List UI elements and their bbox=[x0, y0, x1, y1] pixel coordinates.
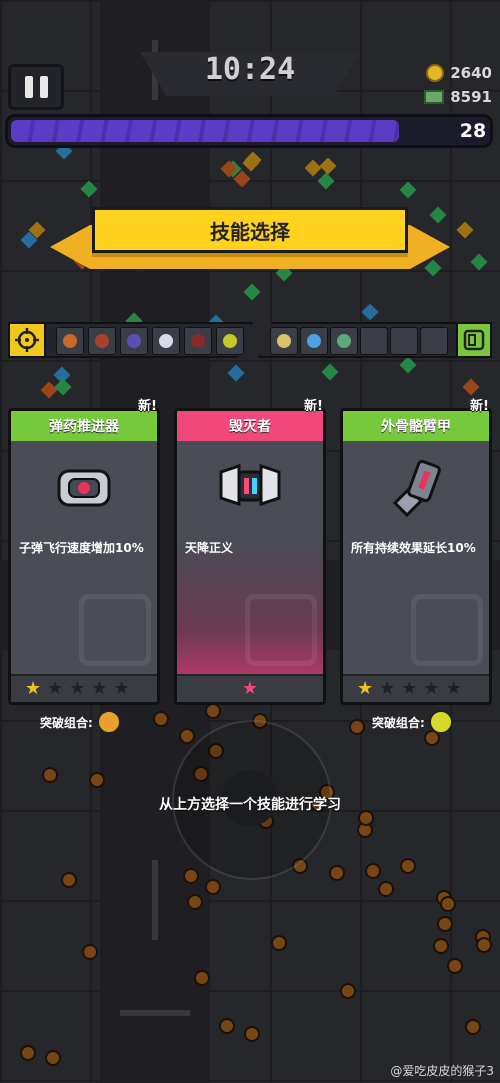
passive-icon bbox=[337, 334, 351, 348]
star-filled-icon: ★ bbox=[241, 678, 259, 699]
thruster-icon bbox=[11, 445, 157, 531]
cash-counter: 8591 bbox=[424, 88, 492, 106]
skill-card[interactable]: 弹药推进器 子弹飞行速度增加10% ★ ★ ★ ★ ★ bbox=[8, 408, 160, 705]
exoskeleton-arm-icon bbox=[343, 445, 489, 531]
skill-card-title: 外骨骼臂甲 bbox=[343, 411, 489, 441]
weapon-slot bbox=[152, 327, 180, 355]
new-badge: 新! bbox=[304, 399, 323, 414]
star-empty-icon: ★ bbox=[113, 678, 130, 699]
star-filled-icon: ★ bbox=[25, 678, 42, 699]
star-empty-icon: ★ bbox=[445, 678, 462, 699]
passive-slot bbox=[390, 327, 418, 355]
card-watermark-icon bbox=[79, 594, 151, 666]
star-empty-icon: ★ bbox=[379, 678, 396, 699]
destroyer-icon bbox=[177, 445, 323, 531]
weapon-slot bbox=[88, 327, 116, 355]
skill-select-title: 技能选择 bbox=[92, 207, 408, 253]
star-empty-icon: ★ bbox=[423, 678, 440, 699]
breakthrough-combo: 突破组合: bbox=[40, 710, 121, 734]
passive-icon bbox=[277, 334, 291, 348]
passive-slot bbox=[330, 327, 358, 355]
skill-card-description: 子弹飞行速度增加10% bbox=[19, 541, 144, 555]
weapon-slot bbox=[56, 327, 84, 355]
crosshair-icon bbox=[8, 322, 46, 358]
weapon-icon bbox=[159, 334, 173, 348]
card-watermark-icon bbox=[245, 594, 317, 666]
weapon-icon bbox=[191, 334, 205, 348]
drill-icon bbox=[96, 710, 121, 734]
new-badge: 新! bbox=[138, 399, 157, 414]
skill-card[interactable]: 外骨骼臂甲 所有持续效果延长10% ★ ★ ★ ★ ★ bbox=[340, 408, 492, 705]
coin-icon bbox=[426, 64, 445, 82]
star-empty-icon: ★ bbox=[401, 678, 418, 699]
skill-card-stars: ★ ★ ★ ★ ★ bbox=[343, 674, 489, 702]
skill-card-title: 弹药推进器 bbox=[11, 411, 157, 441]
passive-slot bbox=[360, 327, 388, 355]
game-timer: 10:24 bbox=[204, 52, 296, 87]
player-level: 28 bbox=[459, 120, 487, 142]
xp-bar-fill bbox=[11, 120, 399, 142]
skill-card-stars: ★ bbox=[177, 674, 323, 702]
skill-card-title: 毁灭者 bbox=[177, 411, 323, 441]
weapon-slot bbox=[184, 327, 212, 355]
skill-card-description: 天降正义 bbox=[185, 541, 234, 555]
breakthrough-combo: 突破组合: bbox=[372, 710, 453, 734]
passive-icon bbox=[307, 334, 321, 348]
new-badge: 新! bbox=[470, 399, 489, 414]
combo-label: 突破组合: bbox=[40, 715, 93, 730]
star-filled-icon: ★ bbox=[357, 678, 374, 699]
skill-card[interactable]: 毁灭者天降正义 ★ bbox=[174, 408, 326, 705]
hint-text: 从上方选择一个技能进行学习 bbox=[159, 797, 341, 813]
radioactive-icon bbox=[428, 710, 453, 734]
passive-slot bbox=[420, 327, 448, 355]
equipment-slots bbox=[8, 322, 492, 358]
weapon-icon bbox=[63, 334, 77, 348]
weapon-icon bbox=[223, 334, 237, 348]
xp-bar bbox=[5, 114, 493, 148]
weapon-slot bbox=[216, 327, 244, 355]
cash-value: 8591 bbox=[450, 88, 492, 106]
weapon-icon bbox=[95, 334, 109, 348]
passive-slot bbox=[270, 327, 298, 355]
skill-card-stars: ★ ★ ★ ★ ★ bbox=[11, 674, 157, 702]
combo-label: 突破组合: bbox=[372, 715, 425, 730]
weapon-icon bbox=[127, 334, 141, 348]
skill-card-description: 所有持续效果延长10% bbox=[351, 541, 476, 555]
passive-slot bbox=[300, 327, 328, 355]
star-empty-icon: ★ bbox=[47, 678, 64, 699]
coin-value: 2640 bbox=[450, 64, 492, 82]
star-empty-icon: ★ bbox=[69, 678, 86, 699]
card-icon bbox=[456, 322, 492, 358]
watermark-credit: @爱吃皮皮的猴子3 bbox=[390, 1064, 494, 1078]
cash-icon bbox=[424, 90, 445, 104]
weapon-slot bbox=[120, 327, 148, 355]
card-watermark-icon bbox=[411, 594, 483, 666]
coin-counter: 2640 bbox=[426, 64, 492, 82]
star-empty-icon: ★ bbox=[91, 678, 108, 699]
